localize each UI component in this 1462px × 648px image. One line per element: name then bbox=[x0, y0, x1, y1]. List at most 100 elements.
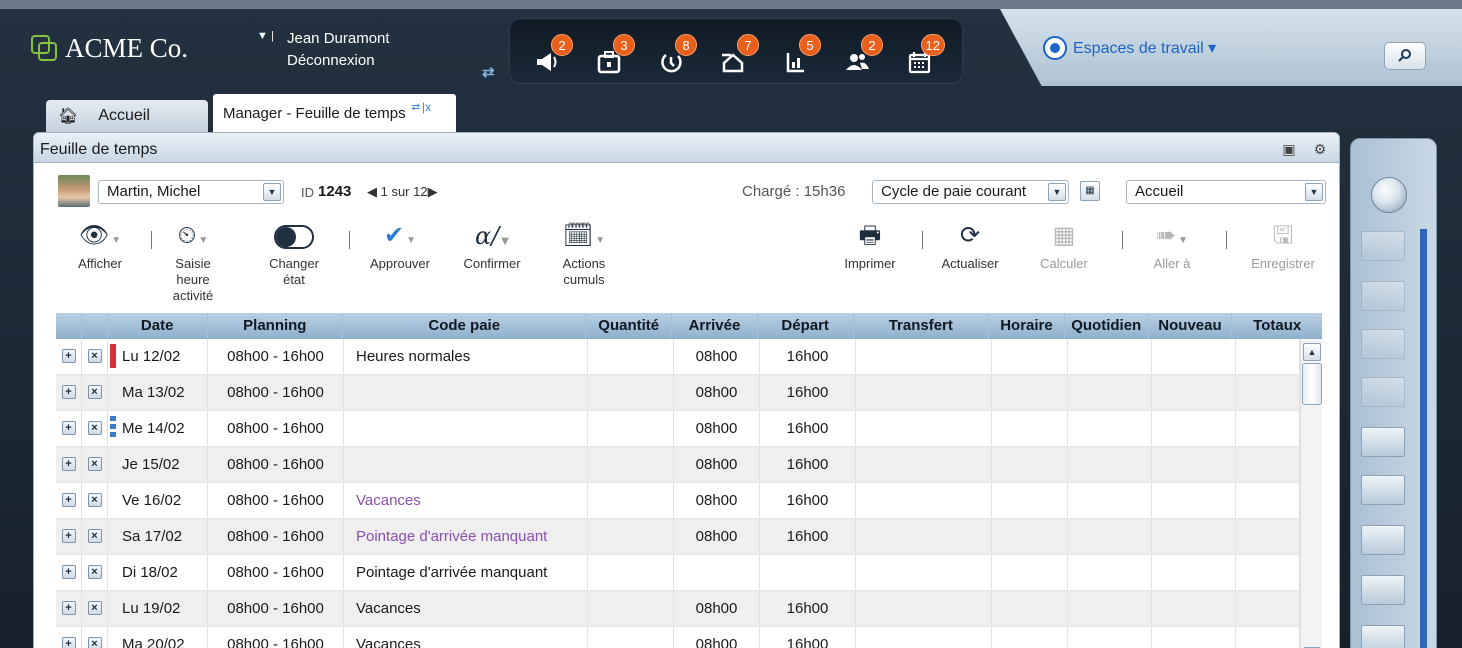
departure-cell[interactable]: 16h00 bbox=[760, 411, 856, 446]
notif-briefcase[interactable]: 3 bbox=[589, 34, 635, 80]
arrival-cell[interactable]: 08h00 bbox=[674, 483, 760, 518]
quantity-cell[interactable] bbox=[588, 555, 674, 590]
departure-cell[interactable]: 16h00 bbox=[760, 375, 856, 410]
expand-row-icon[interactable]: + bbox=[61, 349, 76, 364]
quantity-cell[interactable] bbox=[588, 519, 674, 554]
tab-timesheet[interactable]: Manager - Feuille de temps ⇄ |x bbox=[213, 94, 456, 132]
date-cell[interactable]: Je 15/02 bbox=[108, 447, 208, 482]
arrival-cell[interactable]: 08h00 bbox=[674, 339, 760, 374]
chevron-down-icon[interactable]: ▼ bbox=[1048, 183, 1066, 201]
notif-home[interactable]: 7 bbox=[713, 34, 759, 80]
transfer-cell[interactable] bbox=[856, 519, 992, 554]
toolbar-print-button[interactable]: 🖶︎ Imprimer bbox=[830, 221, 910, 272]
col-daily[interactable]: Quotidien bbox=[1065, 313, 1149, 339]
arrival-cell[interactable]: 08h00 bbox=[674, 627, 760, 648]
col-arrival[interactable]: Arrivée bbox=[672, 313, 758, 339]
toolbar-calculate-button[interactable]: ▦ Calculer bbox=[1024, 221, 1104, 272]
code-cell[interactable] bbox=[344, 411, 588, 446]
new-cell[interactable] bbox=[1152, 339, 1236, 374]
expand-row-icon[interactable]: + bbox=[61, 385, 76, 400]
delete-row-icon[interactable]: × bbox=[87, 385, 102, 400]
tab-home[interactable]: 🏠︎ Accueil bbox=[46, 100, 208, 132]
transfer-cell[interactable] bbox=[856, 411, 992, 446]
chevron-down-icon[interactable]: ▼ bbox=[1305, 183, 1323, 201]
col-totals[interactable]: Totaux bbox=[1232, 313, 1322, 339]
new-cell[interactable] bbox=[1152, 519, 1236, 554]
delete-row-icon[interactable]: × bbox=[87, 529, 102, 544]
new-cell[interactable] bbox=[1152, 627, 1236, 648]
arrival-cell[interactable]: 08h00 bbox=[674, 519, 760, 554]
schedule-cell[interactable] bbox=[992, 627, 1068, 648]
table-row[interactable]: + × Di 18/02 08h00 - 16h00 Pointage d'arrivé… bbox=[56, 555, 1300, 591]
totals-cell[interactable] bbox=[1236, 627, 1300, 648]
planning-cell[interactable]: 08h00 - 16h00 bbox=[208, 411, 344, 446]
departure-cell[interactable]: 16h00 bbox=[760, 447, 856, 482]
expand-row-icon[interactable]: + bbox=[61, 565, 76, 580]
departure-cell[interactable]: 16h00 bbox=[760, 339, 856, 374]
departure-cell[interactable]: 16h00 bbox=[760, 483, 856, 518]
date-cell[interactable]: Di 18/02 bbox=[108, 555, 208, 590]
departure-cell[interactable]: 16h00 bbox=[760, 627, 856, 648]
code-cell[interactable]: Pointage d'arrivée manquant bbox=[344, 555, 588, 590]
sidebar-scrollbar[interactable] bbox=[1420, 229, 1427, 648]
toolbar-show-button[interactable]: 👁︎ ▼ Afficher bbox=[60, 221, 140, 272]
expand-row-icon[interactable]: + bbox=[61, 421, 76, 436]
planning-cell[interactable]: 08h00 - 16h00 bbox=[208, 483, 344, 518]
planning-cell[interactable]: 08h00 - 16h00 bbox=[208, 375, 344, 410]
sidebar-item[interactable] bbox=[1361, 525, 1405, 555]
calendar-button[interactable]: ▦ bbox=[1080, 181, 1100, 201]
planning-cell[interactable]: 08h00 - 16h00 bbox=[208, 519, 344, 554]
maximize-icon[interactable]: ▣ bbox=[1280, 140, 1298, 158]
code-cell[interactable]: Vacances bbox=[344, 483, 588, 518]
quantity-cell[interactable] bbox=[588, 627, 674, 648]
arrival-cell[interactable]: 08h00 bbox=[674, 375, 760, 410]
totals-cell[interactable] bbox=[1236, 483, 1300, 518]
daily-cell[interactable] bbox=[1068, 627, 1152, 648]
delete-row-icon[interactable]: × bbox=[87, 457, 102, 472]
toolbar-save-button[interactable]: 🖫︎ Enregistrer bbox=[1234, 221, 1332, 272]
quantity-cell[interactable] bbox=[588, 375, 674, 410]
view-select[interactable]: Accueil ▼ bbox=[1126, 180, 1326, 204]
daily-cell[interactable] bbox=[1068, 519, 1152, 554]
toolbar-change-state-button[interactable]: Changer état bbox=[254, 221, 334, 288]
quantity-cell[interactable] bbox=[588, 411, 674, 446]
user-name[interactable]: Jean Duramont bbox=[287, 30, 390, 47]
daily-cell[interactable] bbox=[1068, 555, 1152, 590]
totals-cell[interactable] bbox=[1236, 591, 1300, 626]
daily-cell[interactable] bbox=[1068, 411, 1152, 446]
notif-megaphone[interactable]: 2 bbox=[527, 34, 573, 80]
schedule-cell[interactable] bbox=[992, 339, 1068, 374]
date-cell[interactable]: Lu 19/02 bbox=[108, 591, 208, 626]
table-row[interactable]: + × Ma 20/02 08h00 - 16h00 Vacances 08h00 16h0… bbox=[56, 627, 1300, 648]
new-cell[interactable] bbox=[1152, 483, 1236, 518]
logout-link[interactable]: Déconnexion bbox=[287, 52, 375, 69]
period-select[interactable]: Cycle de paie courant ▼ bbox=[872, 180, 1069, 204]
expand-row-icon[interactable]: + bbox=[61, 493, 76, 508]
delete-row-icon[interactable]: × bbox=[87, 565, 102, 580]
transfer-cell[interactable] bbox=[856, 591, 992, 626]
toolbar-goto-button[interactable]: ➠ ▼ Aller à bbox=[1132, 221, 1212, 272]
workspaces-menu[interactable]: Espaces de travail ▾ bbox=[1043, 36, 1216, 60]
table-row[interactable]: + × Lu 12/02 08h00 - 16h00 Heures normales 08… bbox=[56, 339, 1300, 375]
transfer-cell[interactable] bbox=[856, 375, 992, 410]
col-planning[interactable]: Planning bbox=[208, 313, 344, 339]
daily-cell[interactable] bbox=[1068, 339, 1152, 374]
totals-cell[interactable] bbox=[1236, 555, 1300, 590]
schedule-cell[interactable] bbox=[992, 555, 1068, 590]
date-cell[interactable]: Me 14/02 bbox=[108, 411, 208, 446]
schedule-cell[interactable] bbox=[992, 447, 1068, 482]
code-cell[interactable]: Vacances bbox=[344, 627, 588, 648]
departure-cell[interactable]: 16h00 bbox=[760, 591, 856, 626]
tab-close-button[interactable]: |x bbox=[422, 100, 431, 114]
toolbar-confirm-button[interactable]: ɑ/▼ Confirmer bbox=[452, 221, 532, 272]
departure-cell[interactable] bbox=[760, 555, 856, 590]
planning-cell[interactable]: 08h00 - 16h00 bbox=[208, 447, 344, 482]
code-cell[interactable]: Vacances bbox=[344, 591, 588, 626]
departure-cell[interactable]: 16h00 bbox=[760, 519, 856, 554]
quantity-cell[interactable] bbox=[588, 339, 674, 374]
scroll-thumb[interactable] bbox=[1302, 363, 1322, 405]
col-departure[interactable]: Départ bbox=[758, 313, 854, 339]
table-row[interactable]: + × Sa 17/02 08h00 - 16h00 Pointage d'arrivé… bbox=[56, 519, 1300, 555]
tab-sync-icon[interactable]: ⇄ bbox=[412, 102, 420, 113]
new-cell[interactable] bbox=[1152, 375, 1236, 410]
